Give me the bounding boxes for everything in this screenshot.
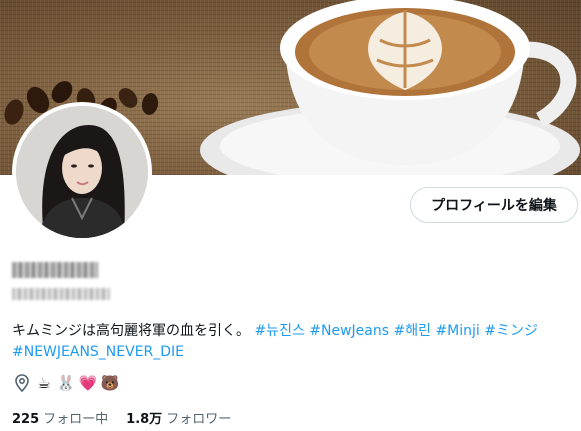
bear-emoji: 🐻 bbox=[100, 374, 120, 392]
edit-profile-button[interactable]: プロフィールを編集 bbox=[410, 187, 578, 223]
followers-label: フォロワー bbox=[166, 412, 232, 427]
username-handle-blurred bbox=[12, 288, 110, 300]
map-pin-icon bbox=[12, 373, 32, 393]
hashtag-link[interactable]: #뉴진스 bbox=[254, 323, 304, 339]
followers-link[interactable]: 1.8万 フォロワー bbox=[126, 408, 231, 427]
bio-text: キムミンジは高句麗将軍の血を引く。 bbox=[12, 323, 250, 339]
profile-avatar[interactable] bbox=[12, 102, 152, 242]
hashtag-link[interactable]: #Minji bbox=[435, 323, 479, 339]
avatar-photo bbox=[16, 106, 148, 238]
hashtag-link[interactable]: #NewJeans bbox=[309, 323, 389, 339]
profile-bio: キムミンジは高句麗将軍の血を引く。 #뉴진스 #NewJeans #해린 #Mi… bbox=[12, 321, 572, 363]
profile-location: ☕ 🐰 💗 🐻 bbox=[12, 372, 120, 394]
heart-emoji: 💗 bbox=[78, 374, 98, 392]
hashtag-link[interactable]: #해린 bbox=[394, 323, 432, 339]
rabbit-emoji: 🐰 bbox=[56, 374, 76, 392]
hashtag-link[interactable]: #ミンジ bbox=[484, 323, 538, 339]
following-count: 225 bbox=[12, 412, 40, 427]
hashtag-link[interactable]: #NEWJEANS_NEVER_DIE bbox=[12, 344, 184, 360]
coffee-emoji: ☕ bbox=[37, 374, 51, 392]
display-name-blurred bbox=[12, 262, 98, 278]
following-link[interactable]: 225 フォロー中 bbox=[12, 408, 108, 427]
following-label: フォロー中 bbox=[43, 412, 109, 427]
followers-count: 1.8万 bbox=[126, 412, 163, 427]
follow-counts: 225 フォロー中 1.8万 フォロワー bbox=[12, 408, 231, 427]
